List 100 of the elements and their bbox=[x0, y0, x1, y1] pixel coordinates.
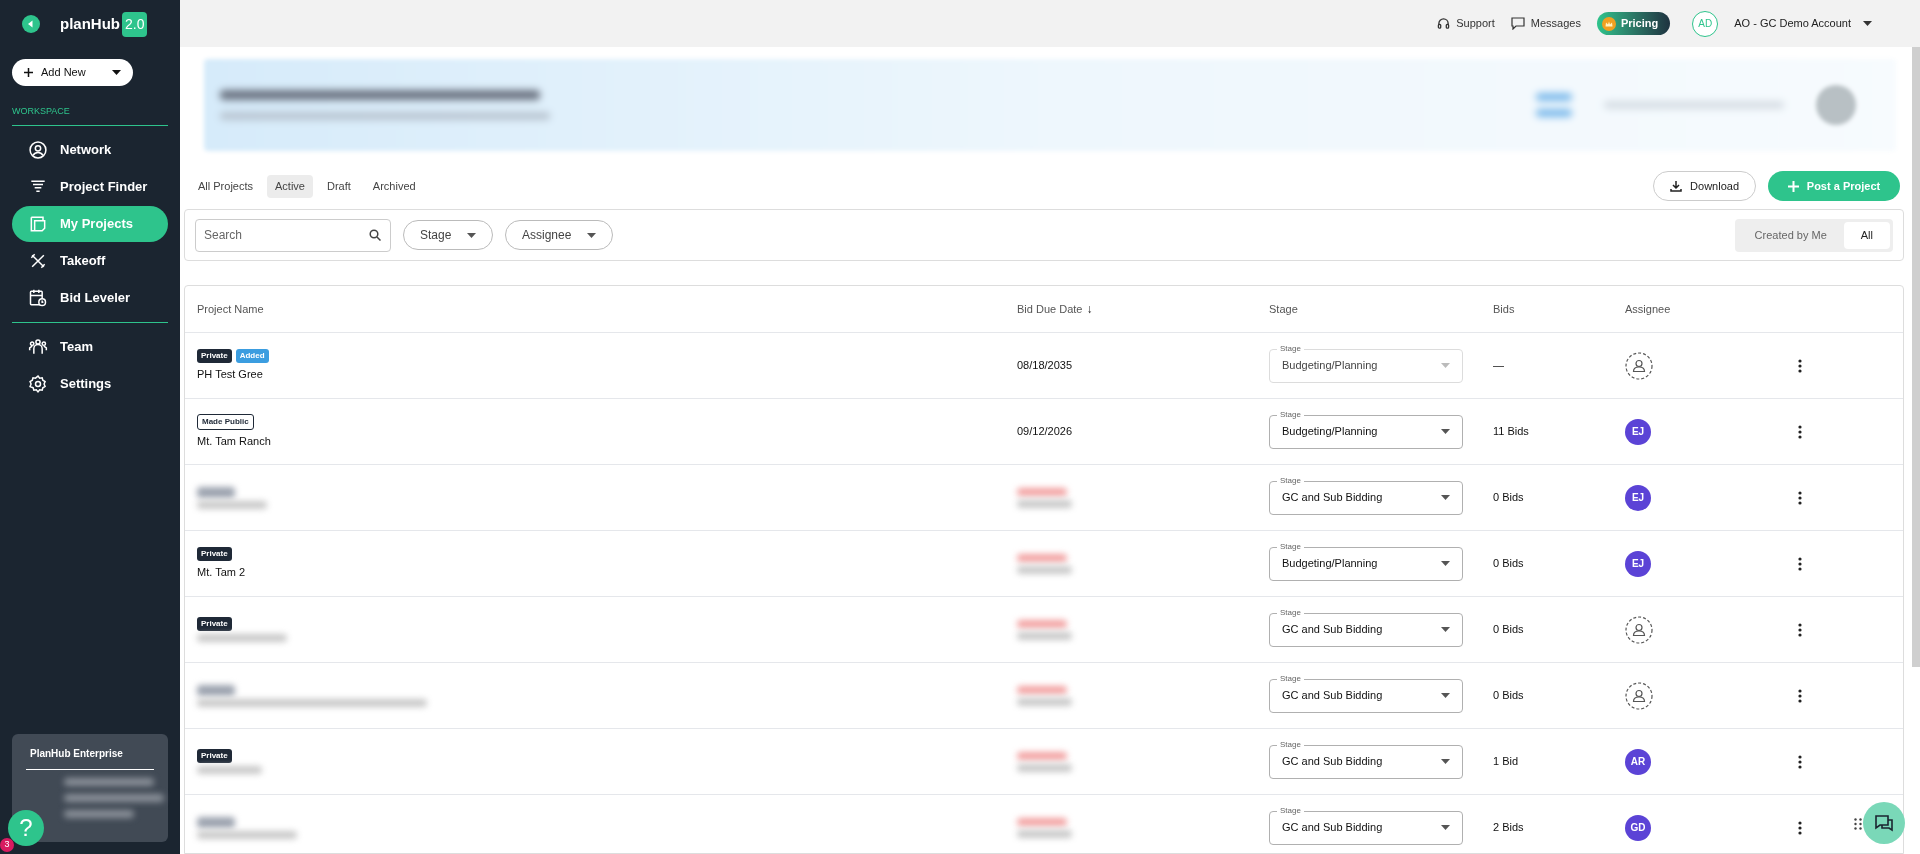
column-header[interactable]: Project Name bbox=[197, 300, 264, 318]
caret-icon bbox=[1441, 825, 1450, 830]
calendar-clock-icon bbox=[28, 287, 48, 308]
stage-value: GC and Sub Bidding bbox=[1282, 754, 1383, 770]
blurred-text bbox=[197, 486, 235, 498]
unassigned-user-icon[interactable] bbox=[1625, 681, 1653, 710]
add-new-button[interactable]: Add New bbox=[12, 59, 133, 86]
column-header[interactable]: Bids bbox=[1493, 300, 1515, 318]
chat-button[interactable] bbox=[1863, 802, 1905, 844]
project-name[interactable]: Mt. Tam Ranch bbox=[197, 432, 1017, 450]
blurred-text bbox=[197, 766, 262, 774]
more-options-icon[interactable] bbox=[1798, 622, 1802, 637]
caret-icon bbox=[1441, 627, 1450, 632]
more-options-icon[interactable] bbox=[1798, 754, 1802, 769]
blurred-text bbox=[1536, 109, 1572, 117]
column-header[interactable]: Assignee bbox=[1625, 300, 1671, 318]
settings-icon bbox=[28, 373, 48, 394]
nav-item[interactable]: Takeoff bbox=[12, 242, 168, 279]
bids-count: 0 Bids bbox=[1493, 556, 1525, 572]
search-field[interactable]: Search bbox=[195, 218, 391, 252]
more-options-icon[interactable] bbox=[1798, 358, 1802, 373]
blurred-text bbox=[1017, 685, 1067, 694]
unassigned-user-icon[interactable] bbox=[1625, 351, 1653, 380]
blurred-text bbox=[197, 816, 235, 828]
blurred-text bbox=[1017, 697, 1072, 706]
more-options-icon[interactable] bbox=[1798, 424, 1802, 439]
version-badge: 2.0 bbox=[122, 11, 148, 37]
caret-icon bbox=[1863, 21, 1872, 26]
nav-item[interactable]: Project Finder bbox=[12, 168, 168, 205]
bids-count: 2 Bids bbox=[1493, 820, 1525, 836]
status-badge: Made Public bbox=[197, 413, 254, 430]
stage-value: GC and Sub Bidding bbox=[1282, 688, 1383, 704]
more-options-icon[interactable] bbox=[1798, 820, 1802, 835]
more-options-icon[interactable] bbox=[1798, 490, 1802, 505]
section-label: WORKSPACE bbox=[12, 105, 71, 118]
caret-icon bbox=[1441, 495, 1450, 500]
blurred-text bbox=[64, 810, 134, 818]
assignee-avatar: GD bbox=[1625, 814, 1651, 841]
scope-option[interactable]: Created by Me bbox=[1737, 221, 1844, 249]
blurred-text bbox=[1017, 553, 1067, 562]
assignee-avatar: EJ bbox=[1625, 418, 1651, 445]
card-title: PlanHub Enterprise bbox=[29, 747, 124, 761]
bids-count: 0 Bids bbox=[1493, 688, 1525, 704]
plus-icon bbox=[24, 68, 33, 77]
due-date: 08/18/2035 bbox=[1017, 358, 1074, 374]
bids-count: 1 Bid bbox=[1493, 754, 1520, 770]
bids-count: 0 Bids bbox=[1493, 490, 1525, 506]
column-header[interactable]: Bid Due Date bbox=[1017, 300, 1083, 318]
blurred-text bbox=[1017, 829, 1072, 838]
status-badge: Private bbox=[197, 617, 232, 631]
unassigned-user-icon[interactable] bbox=[1625, 615, 1653, 644]
stage-value: GC and Sub Bidding bbox=[1282, 490, 1383, 506]
drag-handle-icon[interactable] bbox=[1854, 818, 1862, 830]
headset-icon bbox=[1437, 17, 1451, 30]
user-circle-icon bbox=[28, 139, 48, 160]
filter-tab[interactable]: All Projects bbox=[190, 174, 262, 198]
blurred-text bbox=[1017, 619, 1067, 628]
project-name[interactable]: Mt. Tam 2 bbox=[197, 563, 1017, 581]
nav-item[interactable]: Network bbox=[12, 131, 168, 168]
more-options-icon[interactable] bbox=[1798, 688, 1802, 703]
blurred-text bbox=[1017, 487, 1067, 496]
stage-value: Budgeting/Planning bbox=[1282, 556, 1378, 572]
support-link[interactable]: Support bbox=[1437, 15, 1495, 32]
download-button[interactable]: Download bbox=[1653, 171, 1756, 201]
column-header[interactable]: Stage bbox=[1269, 300, 1298, 318]
status-badge: Private bbox=[197, 546, 232, 561]
plus-icon bbox=[1787, 180, 1799, 192]
blurred-text bbox=[1017, 751, 1067, 760]
collapse-icon[interactable] bbox=[22, 15, 40, 33]
project-name[interactable]: PH Test Gree bbox=[197, 365, 1017, 383]
nav-item[interactable]: Settings bbox=[12, 365, 168, 402]
nav-item[interactable]: Team bbox=[12, 328, 168, 365]
bids-count: 0 Bids bbox=[1493, 622, 1525, 638]
blurred-text bbox=[1536, 93, 1572, 101]
caret-icon bbox=[467, 232, 476, 238]
pricing-button[interactable]: Pricing bbox=[1596, 12, 1671, 35]
sort-arrow[interactable]: ↓ bbox=[1086, 300, 1093, 318]
account-menu[interactable]: AO - GC Demo Account bbox=[1734, 15, 1872, 32]
logo-text: planHub bbox=[60, 13, 120, 34]
filter-tab[interactable]: Draft bbox=[319, 174, 359, 198]
notification-badge: 3 bbox=[0, 838, 14, 852]
blurred-text bbox=[197, 684, 235, 696]
assignee-avatar: EJ bbox=[1625, 550, 1651, 577]
chat-bubble-icon bbox=[1510, 17, 1525, 30]
blurred-text bbox=[1017, 817, 1067, 826]
chat-icon bbox=[1874, 813, 1894, 833]
bids-count: — bbox=[1493, 358, 1505, 374]
filter-tab[interactable]: Active bbox=[267, 174, 313, 198]
blurred-text bbox=[1017, 565, 1072, 574]
more-options-icon[interactable] bbox=[1798, 556, 1802, 571]
blurred-text bbox=[1017, 631, 1072, 640]
assignee-avatar: EJ bbox=[1625, 484, 1651, 511]
caret-icon bbox=[1441, 429, 1450, 434]
due-date: 09/12/2026 bbox=[1017, 424, 1074, 440]
nav-item[interactable]: Bid Leveler bbox=[12, 279, 168, 316]
messages-link[interactable]: Messages bbox=[1510, 15, 1581, 32]
filter-tab[interactable]: Archived bbox=[364, 174, 424, 198]
caret-icon bbox=[1441, 561, 1450, 566]
blurred-text bbox=[197, 500, 267, 509]
scope-option[interactable]: All bbox=[1843, 221, 1890, 249]
